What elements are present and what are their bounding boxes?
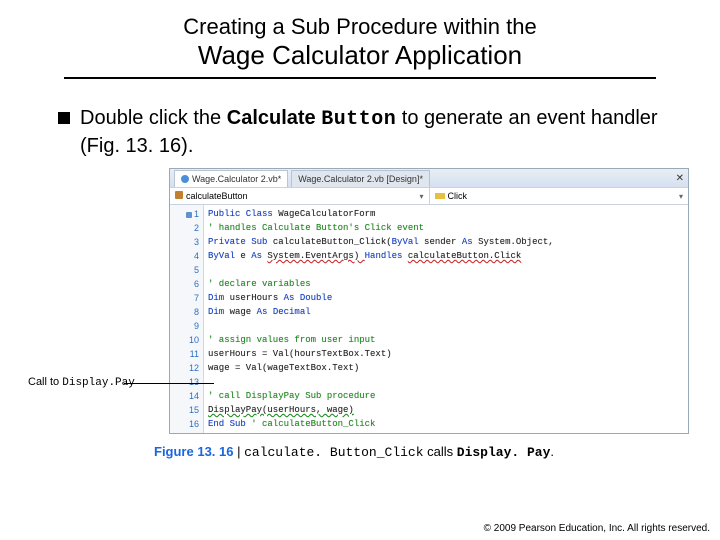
close-icon: ✕ [676,173,684,184]
chevron-down-icon: ▾ [419,192,423,201]
bullet-square-icon [58,112,70,124]
figure-area: Call to Display.Pay Wage.Calculator 2.vb… [24,168,696,460]
code-editor: 1 2 3 4 5 6 7 8 9 10 11 12 13 14 15 16 [170,205,688,433]
dropdown-bar: calculateButton▾ Click▾ [170,187,688,205]
code-body: Public Class WageCalculatorForm ' handle… [204,205,688,433]
event-icon [435,193,445,199]
bullet-item: Double click the Calculate Button to gen… [58,105,666,160]
callout-label: Call to Display.Pay [28,376,135,389]
tab-strip: Wage.Calculator 2.vb* Wage.Calculator 2.… [170,169,688,187]
object-dropdown: calculateButton▾ [170,188,430,204]
line-number-gutter: 1 2 3 4 5 6 7 8 9 10 11 12 13 14 15 16 [170,205,204,433]
copyright-footer: © 2009 Pearson Education, Inc. All right… [484,523,710,534]
file-icon [181,175,189,183]
bullet-list: Double click the Calculate Button to gen… [58,105,666,160]
object-icon [175,191,183,199]
margin-marker-icon [186,212,192,218]
title-line-2: Wage Calculator Application [64,40,656,71]
title-line-1: Creating a Sub Procedure within the [64,14,656,40]
chevron-down-icon: ▾ [679,192,683,201]
tab-active: Wage.Calculator 2.vb* [174,170,288,187]
ide-screenshot: Wage.Calculator 2.vb* Wage.Calculator 2.… [169,168,689,434]
figure-caption: Figure 13. 16 | calculate. Button_Click … [154,444,696,460]
callout-leader-line [124,383,214,384]
slide-title: Creating a Sub Procedure within the Wage… [64,14,656,79]
bullet-text: Double click the Calculate Button to gen… [80,105,666,160]
event-dropdown: Click▾ [430,188,689,204]
tab-inactive: Wage.Calculator 2.vb [Design]* [291,170,430,187]
